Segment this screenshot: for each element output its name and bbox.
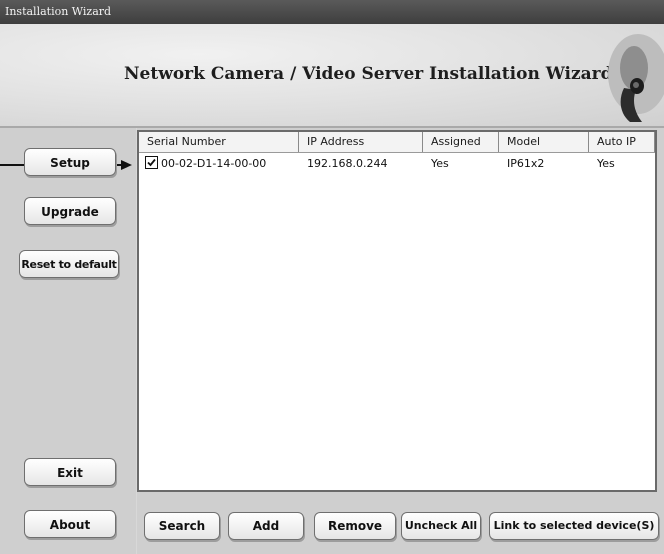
model-cell: IP61x2 xyxy=(507,157,545,170)
link-to-selected-device-button[interactable]: Link to selected device(S) xyxy=(489,512,659,540)
uncheck-all-button[interactable]: Uncheck All xyxy=(401,512,481,540)
serial-number: 00-02-D1-14-00-00 xyxy=(161,157,267,170)
camera-icon xyxy=(608,34,664,122)
setup-button[interactable]: Setup xyxy=(24,148,116,176)
device-checkbox[interactable] xyxy=(145,156,158,169)
banner-title: Network Camera / Video Server Installati… xyxy=(124,64,613,84)
banner: Network Camera / Video Server Installati… xyxy=(0,24,664,128)
auto-ip-cell: Yes xyxy=(597,157,615,170)
about-button[interactable]: About xyxy=(24,510,116,538)
window-title: Installation Wizard xyxy=(0,0,664,24)
ip-address-cell: 192.168.0.244 xyxy=(307,157,388,170)
device-list[interactable]: Serial Number IP Address Assigned Model … xyxy=(137,130,657,492)
checkmark-icon xyxy=(147,158,156,167)
column-ip-address[interactable]: IP Address xyxy=(299,132,423,152)
reset-to-default-button[interactable]: Reset to default xyxy=(19,250,119,278)
exit-button[interactable]: Exit xyxy=(24,458,116,486)
column-auto-ip[interactable]: Auto IP xyxy=(589,132,655,152)
column-assigned[interactable]: Assigned xyxy=(423,132,499,152)
remove-button[interactable]: Remove xyxy=(314,512,396,540)
search-button[interactable]: Search xyxy=(144,512,220,540)
sidebar xyxy=(0,128,136,554)
serial-cell: 00-02-D1-14-00-00 xyxy=(139,155,299,173)
device-list-header: Serial Number IP Address Assigned Model … xyxy=(139,132,655,153)
column-serial-number[interactable]: Serial Number xyxy=(139,132,299,152)
assigned-cell: Yes xyxy=(431,157,449,170)
column-model[interactable]: Model xyxy=(499,132,589,152)
add-button[interactable]: Add xyxy=(228,512,304,540)
installation-wizard-window: Installation Wizard Network Camera / Vid… xyxy=(0,0,664,554)
upgrade-button[interactable]: Upgrade xyxy=(24,197,116,225)
table-row[interactable]: 00-02-D1-14-00-00 192.168.0.244 Yes IP61… xyxy=(139,155,655,173)
